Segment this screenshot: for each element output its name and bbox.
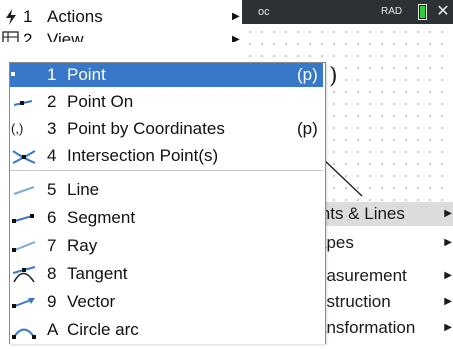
- menu-item-points-lines[interactable]: ints & Lines ▶: [317, 202, 453, 226]
- menu-item-number: 1: [47, 65, 57, 84]
- menu-item-label: easurement: [317, 266, 407, 285]
- angle-mode-label: RAD: [381, 6, 403, 17]
- circle-arc-icon: [10, 318, 40, 342]
- document-tab[interactable]: oc: [258, 4, 270, 20]
- shortcut-label: (p): [297, 119, 318, 138]
- ray-icon: [10, 234, 40, 258]
- menu-item-construction[interactable]: nstruction ▶: [317, 290, 453, 314]
- geometry-menu: ints & Lines ▶ apes ▶ easurement ▶ nstru…: [316, 202, 453, 343]
- close-icon[interactable]: ✕: [436, 3, 450, 21]
- line-icon: [10, 178, 40, 202]
- shortcut-label: (p): [297, 65, 318, 84]
- submenu-arrow-icon: ▶: [232, 34, 240, 42]
- menu-item-point-by-coordinates[interactable]: (,) 3 Point by Coordinates (p): [10, 117, 323, 141]
- menu-item-point[interactable]: 1 Point (p): [10, 63, 323, 87]
- submenu-arrow-icon: ▶: [444, 296, 452, 307]
- menu-item-label: Intersection Point(s): [67, 146, 219, 165]
- points-lines-menu: 1 Point (p) 2 Point On (,) 3 Point by Co…: [9, 62, 326, 344]
- submenu-arrow-icon: ▶: [232, 11, 240, 22]
- menu-item-vector[interactable]: 9 Vector: [10, 290, 323, 314]
- menu-separator: [10, 170, 323, 171]
- menu-item-number: 5: [47, 180, 57, 199]
- submenu-arrow-icon: ▶: [444, 237, 452, 248]
- vector-icon: [10, 290, 40, 314]
- submenu-arrow-icon: ▶: [444, 322, 452, 333]
- main-menu: 1 Actions ▶ 2 View ▶ 1 Point (p) 2 Point…: [0, 0, 326, 344]
- menu-item-line[interactable]: 5 Line: [10, 178, 323, 202]
- menu-item-view[interactable]: 2 View ▶: [0, 28, 242, 42]
- menu-item-ray[interactable]: 7 Ray: [10, 234, 323, 258]
- menu-item-label: Actions: [47, 7, 103, 26]
- menu-item-shapes[interactable]: apes ▶: [317, 231, 453, 255]
- menu-item-label: Tangent: [67, 264, 128, 283]
- menu-item-label: Point by Coordinates: [67, 119, 225, 138]
- menu-item-number: 7: [47, 236, 57, 255]
- menu-item-label: Point On: [67, 92, 134, 111]
- menu-item-number: 6: [47, 208, 57, 227]
- submenu-arrow-icon: ▶: [444, 270, 452, 281]
- menu-item-measurement[interactable]: easurement ▶: [317, 264, 453, 288]
- menu-item-tangent[interactable]: 8 Tangent: [10, 262, 323, 286]
- menu-item-number: 2: [23, 30, 33, 42]
- tangent-icon: [10, 262, 40, 286]
- menu-item-number: 4: [47, 146, 57, 165]
- battery-icon: [418, 4, 427, 20]
- menu-item-number: A: [47, 320, 59, 339]
- menu-item-point-on[interactable]: 2 Point On: [10, 90, 323, 114]
- menu-item-label: Segment: [67, 208, 136, 227]
- bolt-icon: [0, 5, 22, 29]
- menu-item-label: Ray: [67, 236, 98, 255]
- menu-item-label: Circle arc: [67, 320, 139, 339]
- menu-item-circle-arc[interactable]: A Circle arc: [10, 318, 323, 342]
- menu-item-number: 2: [47, 92, 57, 111]
- menu-item-number: 9: [47, 292, 57, 311]
- menu-item-label: nstruction: [317, 292, 391, 311]
- submenu-arrow-icon: ▶: [444, 208, 452, 219]
- menu-item-label: Vector: [67, 292, 116, 311]
- segment-icon: [10, 206, 40, 230]
- point-on-icon: [10, 90, 40, 114]
- menu-item-number: 1: [23, 7, 33, 26]
- menu-item-number: 8: [47, 264, 57, 283]
- menu-item-intersection-points[interactable]: 4 Intersection Point(s): [10, 144, 323, 168]
- menu-item-segment[interactable]: 6 Segment: [10, 206, 323, 230]
- point-coordinates-icon: (,): [11, 121, 24, 136]
- menu-item-label: Line: [67, 180, 100, 199]
- menu-item-transformation[interactable]: ansformation ▶: [317, 316, 453, 340]
- menu-item-number: 3: [47, 119, 57, 138]
- menu-item-label: ansformation: [317, 318, 416, 337]
- point-icon: [10, 63, 40, 87]
- menu-item-label: Point: [67, 65, 106, 84]
- intersection-icon: [10, 144, 40, 168]
- view-icon: [0, 28, 22, 42]
- menu-item-actions[interactable]: 1 Actions ▶: [0, 5, 242, 29]
- menu-item-label: View: [47, 30, 84, 42]
- menu-item-label: ints & Lines: [317, 204, 405, 223]
